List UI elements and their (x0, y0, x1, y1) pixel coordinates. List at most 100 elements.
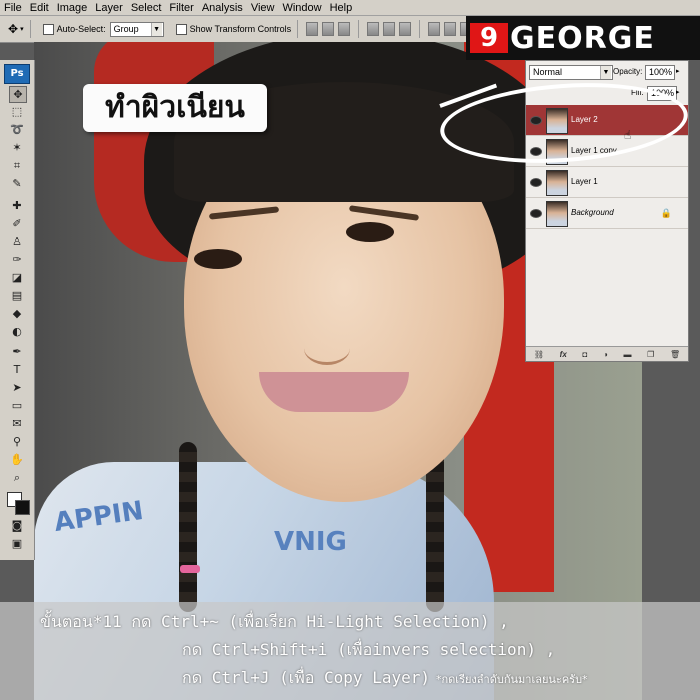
blend-mode-dropdown[interactable]: Normal ▼ (529, 65, 613, 80)
layer-thumbnail (546, 201, 568, 227)
move-tool-icon[interactable]: ✥ (9, 86, 27, 103)
menu-window[interactable]: Window (278, 2, 325, 14)
eyedropper-icon[interactable]: ✎ (9, 176, 25, 191)
align-bottom-icon[interactable] (338, 22, 351, 36)
adjustment-icon[interactable]: ◑ (603, 350, 608, 359)
color-sampler-icon[interactable]: ⚲ (9, 434, 25, 449)
layer-row-background[interactable]: Background 🔒 (526, 198, 688, 229)
layer-name: Background (571, 208, 614, 217)
menu-help[interactable]: Help (326, 2, 357, 14)
tools-panel: Ps ✥ ⬚ ➰ ✶ ⌗ ✎ ✚ ✐ ♙ ✑ ◪ ▤ ◆ ◐ ✒ T ➤ ▭ ✉… (0, 60, 35, 560)
show-transform-label: Show Transform Controls (189, 24, 292, 34)
left-eye (194, 249, 242, 269)
marquee-tool-icon[interactable]: ⬚ (9, 104, 25, 119)
background-color-swatch[interactable] (15, 500, 30, 515)
menu-bar: File Edit Image Layer Select Filter Anal… (0, 0, 700, 16)
options-separator (358, 20, 360, 38)
options-separator (29, 20, 31, 38)
brand-digit: 9 (470, 23, 508, 53)
instruction-caption: ขั้นตอน*11 กด Ctrl+~ (เพื่อเรียก Hi-Ligh… (0, 602, 700, 700)
group-icon[interactable]: ▬ (623, 350, 631, 359)
hand-cursor-icon: ☝ (624, 128, 632, 142)
auto-select-checkbox[interactable] (42, 23, 54, 35)
left-braid (179, 442, 197, 612)
opacity-slider-icon[interactable]: ▸ (676, 67, 680, 75)
menu-layer[interactable]: Layer (91, 2, 127, 14)
menu-analysis[interactable]: Analysis (198, 2, 247, 14)
history-brush-icon[interactable]: ✑ (9, 252, 25, 267)
shape-tool-icon[interactable]: ▭ (9, 398, 25, 413)
align-vcenter-icon[interactable] (322, 22, 335, 36)
fill-slider-icon[interactable]: ▸ (676, 88, 680, 96)
screen-mode-icon[interactable]: ▣ (9, 536, 25, 551)
move-tool-icon[interactable]: ✥ (8, 22, 18, 36)
brush-tool-icon[interactable]: ✐ (9, 216, 25, 231)
crop-tool-icon[interactable]: ⌗ (9, 158, 25, 173)
distribute-top-icon[interactable] (428, 22, 441, 36)
fx-icon[interactable]: fx (560, 350, 567, 359)
lasso-tool-icon[interactable]: ➰ (9, 122, 25, 137)
mask-icon[interactable]: ◘ (582, 350, 587, 359)
pen-tool-icon[interactable]: ✒ (9, 344, 25, 359)
align-top-icon[interactable] (306, 22, 319, 36)
new-layer-icon[interactable]: ❐ (647, 350, 654, 359)
layer-name: Layer 1 (571, 177, 598, 186)
caption-line-3-text: กด Ctrl+J (เพื่อ Copy Layer) (182, 668, 430, 687)
opacity-label: Opacity: (613, 67, 643, 76)
options-separator (419, 20, 421, 38)
visibility-eye-icon[interactable] (530, 178, 542, 187)
menu-select[interactable]: Select (127, 2, 166, 14)
title-badge: ทำผิวเนียน (83, 84, 267, 132)
path-selection-icon[interactable]: ➤ (9, 380, 25, 395)
eraser-tool-icon[interactable]: ◪ (9, 270, 25, 285)
menu-filter[interactable]: Filter (165, 2, 197, 14)
show-transform-checkbox[interactable] (175, 23, 187, 35)
healing-brush-icon[interactable]: ✚ (9, 198, 25, 213)
gradient-tool-icon[interactable]: ▤ (9, 288, 25, 303)
mouth (259, 372, 409, 412)
auto-select-value: Group (113, 23, 139, 34)
menu-image[interactable]: Image (53, 2, 92, 14)
align-left-icon[interactable] (367, 22, 380, 36)
options-separator (297, 20, 299, 38)
chevron-down-icon: ▼ (150, 22, 162, 36)
menu-edit[interactable]: Edit (26, 2, 53, 14)
distribute-center-icon[interactable] (444, 22, 457, 36)
layers-bottom-toolbar: ⛓ fx ◘ ◑ ▬ ❐ 🗑 (526, 346, 688, 361)
hair-tie (180, 565, 200, 573)
blur-tool-icon[interactable]: ◆ (9, 306, 25, 321)
hand-tool-icon[interactable]: ✋ (9, 452, 25, 467)
chevron-down-icon: ▼ (600, 66, 611, 79)
caption-line-1: ขั้นตอน*11 กด Ctrl+~ (เพื่อเรียก Hi-Ligh… (40, 612, 509, 631)
visibility-eye-icon[interactable] (530, 209, 542, 218)
caption-line-3: กด Ctrl+J (เพื่อ Copy Layer) *กดเรียงลำดั… (182, 666, 588, 691)
opacity-value: 100% (649, 67, 673, 77)
link-icon[interactable]: ⛓ (534, 350, 544, 359)
layer-thumbnail (546, 170, 568, 196)
magic-wand-icon[interactable]: ✶ (9, 140, 25, 155)
opacity-field[interactable]: 100% (645, 65, 675, 80)
layer-row-layer-1[interactable]: Layer 1 (526, 167, 688, 198)
clone-stamp-icon[interactable]: ♙ (9, 234, 25, 249)
dodge-tool-icon[interactable]: ◐ (9, 324, 25, 339)
trash-icon[interactable]: 🗑 (670, 350, 680, 359)
blend-opacity-row: Normal ▼ Opacity: 100% ▸ (526, 64, 688, 80)
align-right-icon[interactable] (399, 22, 412, 36)
zoom-tool-icon[interactable]: ⌕ (9, 470, 25, 485)
blend-mode-value: Normal (533, 67, 563, 77)
align-hcenter-icon[interactable] (383, 22, 396, 36)
caption-line-2: กด Ctrl+Shift+i (เพื่อinvers selection) … (182, 640, 556, 659)
quick-mask-icon[interactable]: ◙ (9, 518, 25, 533)
auto-select-dropdown[interactable]: Group ▼ (109, 21, 164, 37)
lock-icon: 🔒 (660, 208, 672, 218)
caption-note: *กดเรียงลำดับกันมาเลยนะครับ* (436, 673, 588, 686)
ps-logo: Ps (4, 64, 30, 84)
brand-logo: 9 GEORGE (466, 16, 700, 60)
tool-preset-dropdown-icon[interactable]: ▾ (20, 25, 24, 33)
menu-view[interactable]: View (247, 2, 279, 14)
type-tool-icon[interactable]: T (9, 362, 25, 377)
shirt-print: VNIG (274, 527, 347, 557)
notes-tool-icon[interactable]: ✉ (9, 416, 25, 431)
menu-file[interactable]: File (0, 2, 26, 14)
brand-name: GEORGE (510, 20, 655, 56)
